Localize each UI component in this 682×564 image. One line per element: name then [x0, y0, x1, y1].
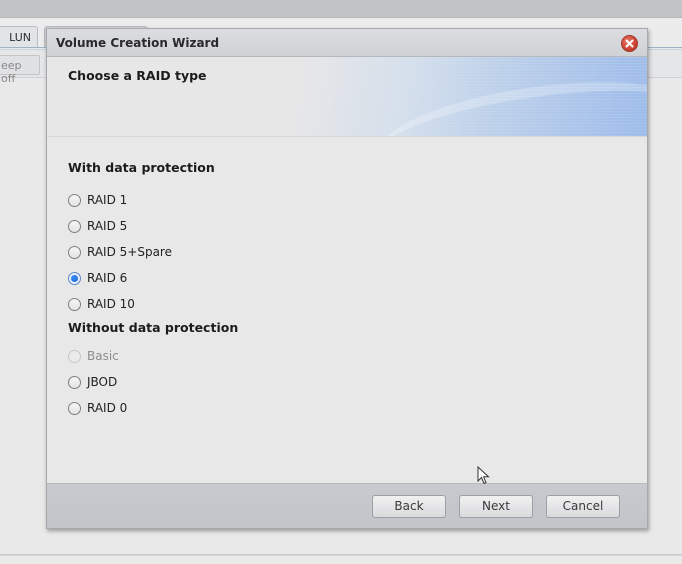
radio-label: JBOD [87, 375, 118, 389]
radio-button[interactable] [68, 193, 81, 207]
dialog-title: Volume Creation Wizard [56, 36, 220, 50]
dialog-title-bar[interactable]: Volume Creation Wizard [47, 29, 647, 57]
cancel-button[interactable]: Cancel [546, 495, 620, 518]
radio-option-raid-5-spare[interactable]: RAID 5+Spare [68, 243, 172, 261]
radio-label: RAID 1 [87, 193, 128, 207]
mouse-cursor-icon [477, 466, 490, 485]
app-top-bar [0, 0, 682, 18]
radio-option-basic: Basic [68, 347, 119, 365]
radio-option-raid-6[interactable]: RAID 6 [68, 269, 127, 287]
toolbar-button-sleep-off[interactable]: eep off [0, 55, 40, 85]
radio-button[interactable] [68, 219, 81, 233]
close-icon [625, 39, 634, 48]
step-title: Choose a RAID type [68, 68, 207, 83]
radio-button[interactable] [68, 401, 81, 415]
radio-label: RAID 5 [87, 219, 128, 233]
bottom-divider [0, 554, 682, 556]
radio-button-selected[interactable] [68, 271, 81, 285]
close-button[interactable] [621, 35, 638, 52]
tab-lun[interactable]: LUN [0, 26, 38, 48]
back-button[interactable]: Back [372, 495, 446, 518]
radio-option-raid-0[interactable]: RAID 0 [68, 399, 127, 417]
radio-label: Basic [87, 349, 119, 363]
radio-label: RAID 0 [87, 401, 128, 415]
dialog-footer: Back Next Cancel [47, 483, 647, 528]
radio-button-disabled [68, 349, 81, 363]
next-button[interactable]: Next [459, 495, 533, 518]
radio-button[interactable] [68, 375, 81, 389]
radio-button[interactable] [68, 245, 81, 259]
section-title-without-protection: Without data protection [68, 320, 239, 335]
radio-option-raid-5[interactable]: RAID 5 [68, 217, 127, 235]
radio-label: RAID 6 [87, 271, 128, 285]
wizard-header: Choose a RAID type [47, 57, 647, 137]
section-title-with-protection: With data protection [68, 160, 215, 175]
radio-option-raid-1[interactable]: RAID 1 [68, 191, 127, 209]
radio-option-jbod[interactable]: JBOD [68, 373, 117, 391]
raid-options: With data protection RAID 1 RAID 5 RAID … [47, 138, 647, 484]
radio-label: RAID 5+Spare [87, 245, 172, 259]
radio-button[interactable] [68, 297, 81, 311]
radio-label: RAID 10 [87, 297, 135, 311]
volume-creation-wizard-dialog: Volume Creation Wizard Choose a RAID typ… [46, 28, 648, 529]
radio-option-raid-10[interactable]: RAID 10 [68, 295, 135, 313]
